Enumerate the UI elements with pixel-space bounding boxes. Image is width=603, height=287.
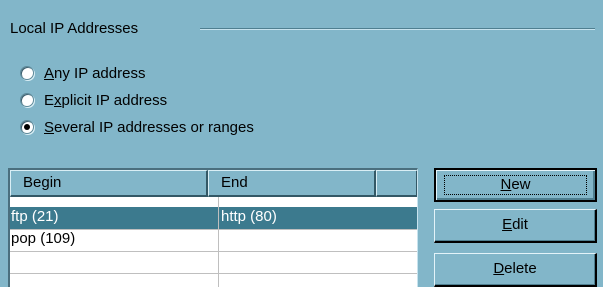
radio-any-ip[interactable]: Any IP address [20,62,145,84]
cell-begin: ftp (21) [11,208,59,225]
table-row[interactable]: pop (109) [10,229,417,251]
focus-rect [444,175,587,195]
group-title: Local IP Addresses [10,20,139,37]
column-header-end[interactable]: End [208,170,376,197]
table-row[interactable]: ftp (21) http (80) [10,207,417,229]
radio-dot-icon [24,124,30,130]
radio-label: Any IP address [44,64,146,82]
table-row[interactable] [10,251,417,273]
radio-button-icon[interactable] [20,93,34,107]
cell-begin: pop (109) [11,230,76,247]
cell-end: http (80) [221,208,277,225]
edit-button[interactable]: Edit [434,209,597,243]
group-divider [200,28,595,30]
cell-begin [10,251,218,273]
radio-label: Explicit IP address [44,91,168,109]
radio-button-selected-icon[interactable] [20,120,34,134]
row-divider [10,273,417,274]
list-header: Begin End [10,170,417,197]
radio-several-ip[interactable]: Several IP addresses or ranges [20,116,254,138]
radio-button-icon[interactable] [20,66,34,80]
local-ip-addresses-group: Local IP Addresses Any IP address Explic… [0,0,603,287]
radio-label: Several IP addresses or ranges [44,118,254,136]
column-divider [218,197,219,287]
row-divider [10,229,417,230]
new-button[interactable]: New [434,168,597,202]
radio-explicit-ip[interactable]: Explicit IP address [20,89,167,111]
cell-end [220,229,414,251]
column-header-begin[interactable]: Begin [10,170,208,197]
delete-button[interactable]: Delete [434,253,597,287]
column-header-extra[interactable] [376,170,417,197]
row-divider [10,251,417,252]
ip-range-list[interactable]: Begin End ftp (21) http (80) pop (109) [8,168,418,287]
cell-end [220,251,414,273]
